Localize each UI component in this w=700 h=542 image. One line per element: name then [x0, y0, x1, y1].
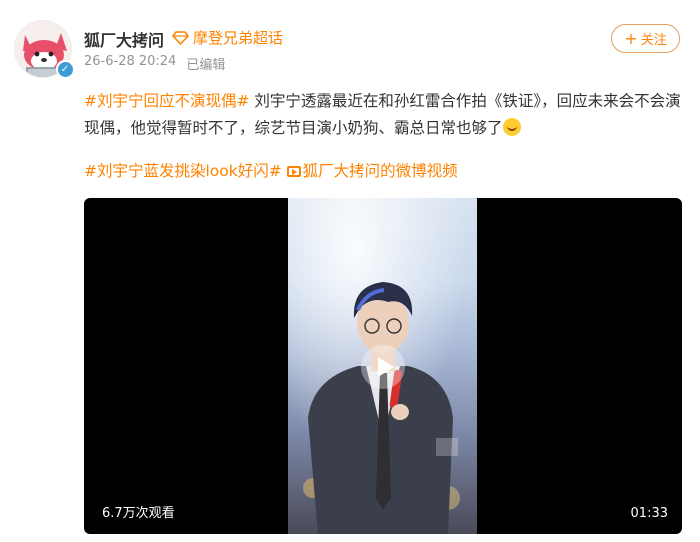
- hashtag-link[interactable]: #刘宇宁蓝发挑染look好闪#: [84, 162, 282, 180]
- laugh-emoji-icon: [502, 118, 521, 136]
- post-content: #刘宇宁回应不演现偶# 刘宇宁透露最近在和孙红雷合作拍《铁证》，回应未来会不会演…: [84, 88, 684, 185]
- edited-label: 已编辑: [186, 58, 226, 73]
- follow-button-label: 关注: [640, 33, 667, 48]
- post-timestamp[interactable]: 26-6-28 20:24: [84, 54, 176, 73]
- video-duration: 01:33: [630, 506, 668, 521]
- diamond-icon: [172, 30, 189, 45]
- supertopic-label: 摩登兄弟超话: [193, 29, 284, 47]
- verified-badge-icon: ✓: [56, 60, 74, 78]
- view-count: 6.7万次观看: [102, 506, 175, 521]
- play-icon[interactable]: [361, 345, 405, 389]
- video-link-label: 狐厂大拷问的微博视频: [302, 162, 458, 180]
- follow-button[interactable]: + 关注: [611, 24, 680, 53]
- video-player[interactable]: 6.7万次观看 01:33: [84, 198, 682, 534]
- hashtag-link[interactable]: #刘宇宁回应不演现偶#: [84, 92, 249, 110]
- video-link[interactable]: 狐厂大拷问的微博视频: [286, 162, 458, 180]
- avatar[interactable]: ✓: [14, 20, 74, 78]
- video-link-icon: [286, 166, 301, 177]
- plus-icon: +: [624, 28, 638, 48]
- post-meta: 26-6-28 20:24 已编辑: [84, 54, 225, 73]
- post-text: #刘宇宁回应不演现偶# 刘宇宁透露最近在和孙红雷合作拍《铁证》，回应未来会不会演…: [84, 88, 684, 142]
- weibo-post: ✓ 狐厂大拷问 摩登兄弟超话 26-6-28 20:24 已编辑 + 关注 #刘…: [0, 0, 700, 542]
- supertopic-link[interactable]: 摩登兄弟超话: [172, 27, 283, 48]
- user-name[interactable]: 狐厂大拷问: [84, 27, 164, 51]
- post-tags-line: #刘宇宁蓝发挑染look好闪# 狐厂大拷问的微博视频: [84, 158, 684, 185]
